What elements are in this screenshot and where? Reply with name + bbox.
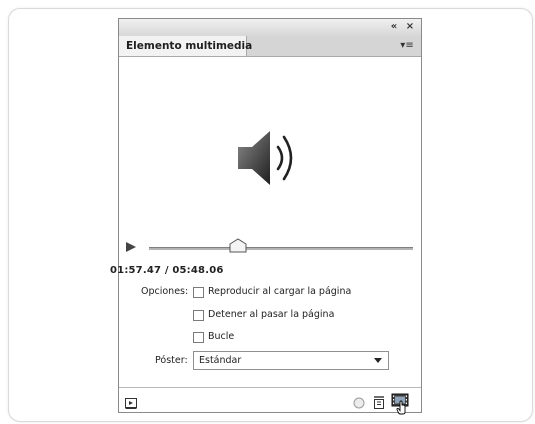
collapse-panel-button[interactable]: «: [387, 20, 401, 33]
checkbox-stop-on-page-turn-label[interactable]: Detener al pasar la página: [208, 309, 334, 320]
record-circle-icon[interactable]: [353, 396, 365, 410]
playback-slider-track[interactable]: [149, 247, 413, 250]
film-media-icon[interactable]: [391, 393, 411, 415]
tab-elemento-multimedia[interactable]: Elemento multimedia: [119, 36, 252, 56]
close-panel-button[interactable]: ×: [403, 20, 417, 33]
checkbox-play-on-load[interactable]: [193, 287, 204, 298]
footer-divider: [119, 387, 421, 388]
open-url-icon[interactable]: [372, 396, 386, 410]
chevron-down-icon: [374, 358, 382, 363]
checkbox-stop-on-page-turn[interactable]: [193, 310, 204, 321]
checkbox-play-on-load-label[interactable]: Reproducir al cargar la página: [208, 286, 351, 297]
playback-slider-thumb[interactable]: [229, 238, 247, 253]
speaker-volume-icon: [238, 131, 293, 185]
poster-select-value: Estándar: [199, 355, 242, 366]
panel-menu-button[interactable]: ▾≡: [397, 39, 417, 53]
media-panel: « × Elemento multimedia ▾≡ 01:57.47 / 05…: [110, 18, 422, 415]
preview-panel-icon[interactable]: [125, 396, 137, 410]
play-icon[interactable]: [125, 241, 137, 253]
panel-titlebar: « ×: [119, 19, 421, 37]
checkbox-loop-label[interactable]: Bucle: [208, 331, 234, 342]
checkbox-loop[interactable]: [193, 332, 204, 343]
poster-select[interactable]: Estándar: [193, 351, 389, 370]
options-label: Opciones:: [141, 286, 189, 297]
panel-tab-row: Elemento multimedia ▾≡: [119, 36, 421, 57]
poster-label: Póster:: [155, 355, 188, 366]
media-preview-area: [119, 57, 421, 247]
time-readout: 01:57.47 / 05:48.06: [110, 265, 224, 276]
